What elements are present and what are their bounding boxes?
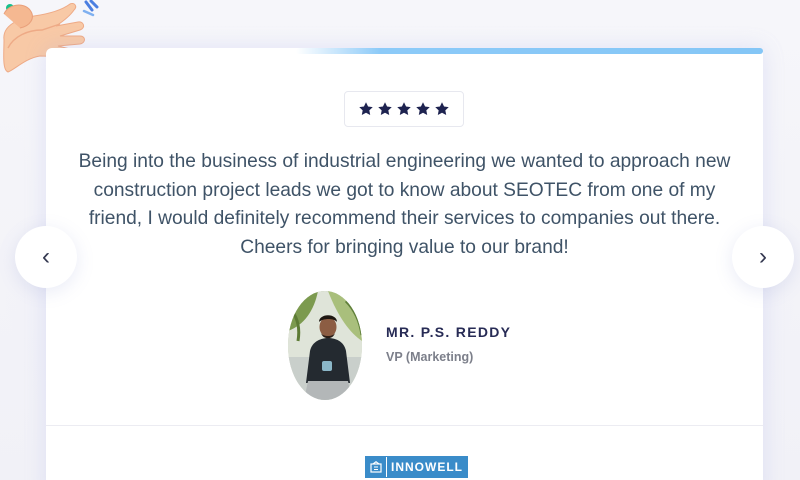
testimonials-section: Being into the business of industrial en… bbox=[0, 0, 800, 480]
next-testimonial-button[interactable]: › bbox=[732, 226, 794, 288]
star-icon bbox=[378, 102, 392, 115]
brand-name: INNOWELL bbox=[386, 457, 467, 477]
testimonial-card: Being into the business of industrial en… bbox=[46, 48, 763, 480]
avatar-photo bbox=[288, 291, 362, 400]
testimonial-quote: Being into the business of industrial en… bbox=[78, 151, 731, 258]
brand-logo: INNOWELL bbox=[365, 456, 468, 478]
chevron-left-icon: ‹ bbox=[42, 243, 50, 270]
logo-mark-icon bbox=[366, 457, 386, 477]
card-accent-line bbox=[296, 48, 763, 54]
card-divider bbox=[46, 425, 763, 426]
person-name: MR. P.S. REDDY bbox=[386, 324, 512, 340]
previous-testimonial-button[interactable]: ‹ bbox=[15, 226, 77, 288]
chevron-right-icon: › bbox=[759, 243, 767, 270]
star-icon bbox=[397, 102, 411, 115]
person-role: VP (Marketing) bbox=[386, 350, 474, 364]
avatar bbox=[288, 291, 362, 400]
star-icon bbox=[435, 102, 449, 115]
star-icon bbox=[416, 102, 430, 115]
star-rating bbox=[344, 91, 464, 127]
star-icon bbox=[359, 102, 373, 115]
